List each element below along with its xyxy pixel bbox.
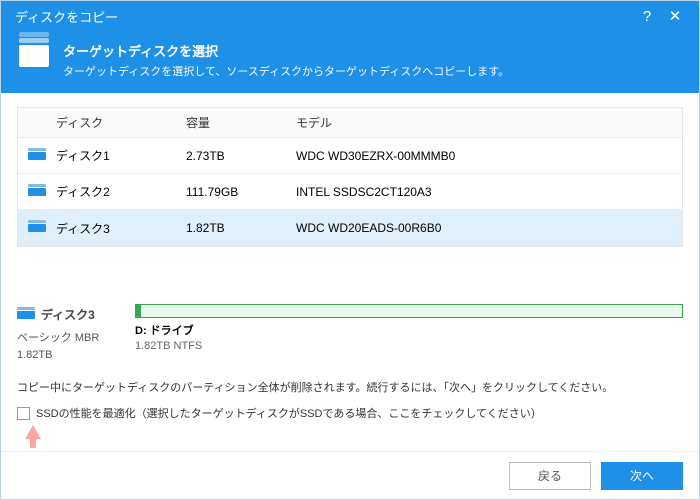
table-header: ディスク 容量 モデル [18, 108, 682, 138]
cell-model: WDC WD20EADS-00R6B0 [296, 221, 672, 235]
content-area: ディスク 容量 モデル ディスク1 2.73TB WDC WD30EZRX-00… [1, 93, 699, 451]
partition-info: 1.82TB NTFS [135, 340, 683, 352]
th-model: モデル [296, 114, 672, 131]
th-disk: ディスク [56, 114, 186, 131]
annotation-arrow-icon [25, 425, 41, 439]
th-capacity: 容量 [186, 114, 296, 131]
footer: 戻る 次へ [1, 451, 699, 499]
titlebar: ディスクをコピー ? ✕ [1, 1, 699, 31]
detail-disk-name: ディスク3 [41, 306, 95, 323]
copy-disk-wizard: ディスクをコピー ? ✕ ターゲットディスクを選択 ターゲットディスクを選択して… [0, 0, 700, 500]
cell-model: WDC WD30EZRX-00MMMB0 [296, 149, 672, 163]
partition-bar[interactable] [135, 304, 683, 318]
cell-capacity: 1.82TB [186, 221, 296, 235]
detail-disk-size: 1.82TB [17, 349, 125, 361]
disk-icon [17, 311, 35, 319]
table-row[interactable]: ディスク1 2.73TB WDC WD30EZRX-00MMMB0 [18, 138, 682, 174]
cell-capacity: 2.73TB [186, 149, 296, 163]
disk-icon [28, 152, 46, 160]
cell-capacity: 111.79GB [186, 185, 296, 199]
window-title: ディスクをコピー [15, 7, 633, 26]
cell-model: INTEL SSDSC2CT120A3 [296, 185, 672, 199]
header-banner: ターゲットディスクを選択 ターゲットディスクを選択して、ソースディスクからターゲ… [1, 31, 699, 93]
header-title: ターゲットディスクを選択 [63, 41, 509, 60]
help-icon[interactable]: ? [633, 8, 661, 25]
detail-disk-type: ベーシック MBR [17, 329, 125, 345]
warning-text: コピー中にターゲットディスクのパーティション全体が削除されます。続行するには、「… [17, 379, 683, 395]
ssd-optimize-option[interactable]: SSDの性能を最適化（選択したターゲットディスクがSSDである場合、ここをチェッ… [17, 405, 683, 421]
partition-label: D: ドライブ [135, 322, 194, 338]
header-subtitle: ターゲットディスクを選択して、ソースディスクからターゲットディスクへコピーします… [63, 63, 509, 79]
cell-disk: ディスク1 [56, 147, 186, 164]
back-button[interactable]: 戻る [509, 462, 591, 490]
ssd-optimize-label: SSDの性能を最適化（選択したターゲットディスクがSSDである場合、ここをチェッ… [36, 405, 542, 421]
table-row[interactable]: ディスク3 1.82TB WDC WD20EADS-00R6B0 [18, 210, 682, 246]
cell-disk: ディスク3 [56, 220, 186, 237]
next-button[interactable]: 次へ [601, 462, 683, 490]
disk-detail: ディスク3 ベーシック MBR 1.82TB D: ドライブ 1.82TB NT… [17, 304, 683, 361]
disk-stack-icon [19, 45, 49, 67]
checkbox-icon[interactable] [17, 407, 30, 420]
table-row[interactable]: ディスク2 111.79GB INTEL SSDSC2CT120A3 [18, 174, 682, 210]
disk-icon [28, 188, 46, 196]
disk-icon [28, 224, 46, 232]
cell-disk: ディスク2 [56, 183, 186, 200]
disk-table: ディスク 容量 モデル ディスク1 2.73TB WDC WD30EZRX-00… [17, 107, 683, 247]
close-icon[interactable]: ✕ [661, 7, 689, 25]
